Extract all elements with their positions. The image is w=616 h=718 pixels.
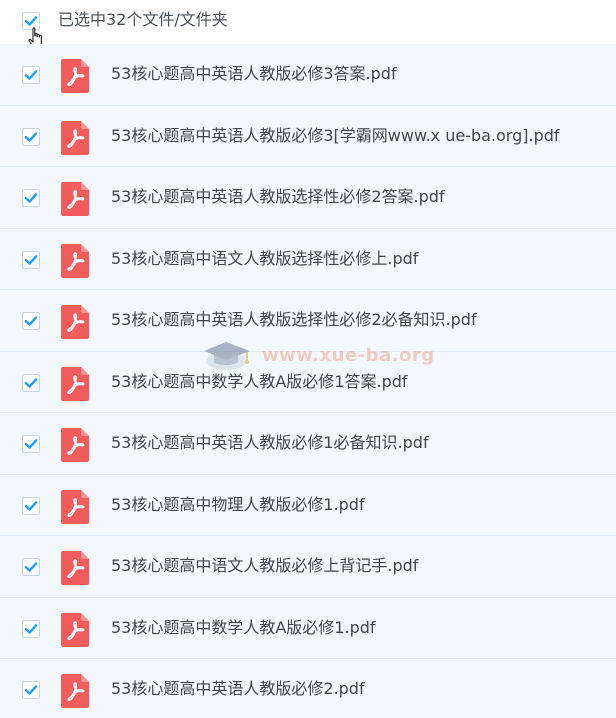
check-icon: [24, 70, 38, 80]
check-icon: [24, 562, 38, 572]
file-checkbox[interactable]: [22, 619, 40, 638]
file-name: 53核心题高中数学人教A版必修1答案.pdf: [111, 371, 408, 391]
check-icon: [24, 131, 38, 142]
pdf-icon: [61, 305, 89, 339]
pdf-icon: [61, 428, 89, 462]
file-row[interactable]: 53核心题高中英语人教版必修2.pdf: [0, 659, 616, 718]
file-name: 53核心题高中英语人教版选择性必修2必备知识.pdf: [111, 310, 477, 329]
file-row[interactable]: 53核心题高中物理人教版必修1.pdf: [0, 474, 616, 536]
file-checkbox[interactable]: [22, 496, 40, 515]
file-name: 53核心题高中物理人教版必修1.pdf: [111, 494, 365, 514]
file-name: 53核心题高中英语人教版必修3[学霸网www.x ue-ba.org].pdf: [111, 125, 560, 145]
file-name: 53核心题高中英语人教版选择性必修2答案.pdf: [111, 187, 445, 206]
file-checkbox[interactable]: [22, 66, 40, 84]
check-icon: [24, 685, 38, 695]
pdf-icon: [61, 551, 89, 585]
file-row[interactable]: 53核心题高中英语人教版必修3[学霸网www.x ue-ba.org].pdf: [0, 105, 616, 167]
file-name: 53核心题高中英语人教版必修2.pdf: [111, 679, 365, 698]
file-row[interactable]: 53核心题高中数学人教A版必修1答案.pdf: [0, 351, 616, 413]
pdf-icon: [61, 612, 89, 647]
file-list: 53核心题高中英语人教版必修3答案.pdf 53核心题高中英语人教版必修3[学霸…: [0, 44, 616, 718]
check-icon: [24, 377, 38, 388]
pdf-icon: [61, 182, 89, 216]
pdf-icon: [61, 489, 89, 524]
file-checkbox[interactable]: [22, 435, 40, 453]
check-icon: [24, 439, 38, 449]
file-name: 53核心题高中语文人教版选择性必修上.pdf: [111, 248, 419, 268]
file-checkbox[interactable]: [22, 127, 40, 146]
file-row[interactable]: 53核心题高中英语人教版必修3答案.pdf: [0, 44, 616, 106]
pdf-icon: [61, 120, 89, 155]
check-icon: [24, 193, 38, 203]
file-name: 53核心题高中英语人教版必修1必备知识.pdf: [111, 433, 429, 452]
file-checkbox[interactable]: [22, 312, 40, 330]
file-selection-page: 已选中32个文件/文件夹 53核心题高中英语人教版必修3答案.pdf 53核心题…: [0, 0, 616, 718]
file-checkbox[interactable]: [22, 189, 40, 207]
pdf-icon: [61, 243, 89, 278]
check-icon: [24, 500, 38, 511]
selection-count-label: 已选中32个文件/文件夹: [58, 10, 228, 29]
file-row[interactable]: 53核心题高中语文人教版选择性必修上.pdf: [0, 228, 616, 290]
pdf-icon: [61, 674, 89, 708]
file-row[interactable]: 53核心题高中数学人教A版必修1.pdf: [0, 597, 616, 659]
file-checkbox[interactable]: [22, 250, 40, 269]
file-checkbox[interactable]: [22, 558, 40, 576]
file-checkbox[interactable]: [22, 681, 40, 699]
file-name: 53核心题高中语文人教版必修上背记手.pdf: [111, 556, 419, 575]
pdf-icon: [61, 366, 89, 401]
check-icon: [24, 316, 38, 326]
file-name: 53核心题高中英语人教版必修3答案.pdf: [111, 64, 397, 83]
pdf-icon: [61, 59, 89, 93]
check-icon: [24, 623, 38, 634]
file-row[interactable]: 53核心题高中英语人教版选择性必修2必备知识.pdf: [0, 290, 616, 352]
file-row[interactable]: 53核心题高中语文人教版必修上背记手.pdf: [0, 536, 616, 598]
file-row[interactable]: 53核心题高中英语人教版必修1必备知识.pdf: [0, 413, 616, 475]
file-name: 53核心题高中数学人教A版必修1.pdf: [111, 617, 376, 637]
selection-bar: 已选中32个文件/文件夹: [0, 0, 616, 49]
file-checkbox[interactable]: [22, 373, 40, 392]
check-icon: [24, 254, 38, 265]
file-row[interactable]: 53核心题高中英语人教版选择性必修2答案.pdf: [0, 167, 616, 229]
